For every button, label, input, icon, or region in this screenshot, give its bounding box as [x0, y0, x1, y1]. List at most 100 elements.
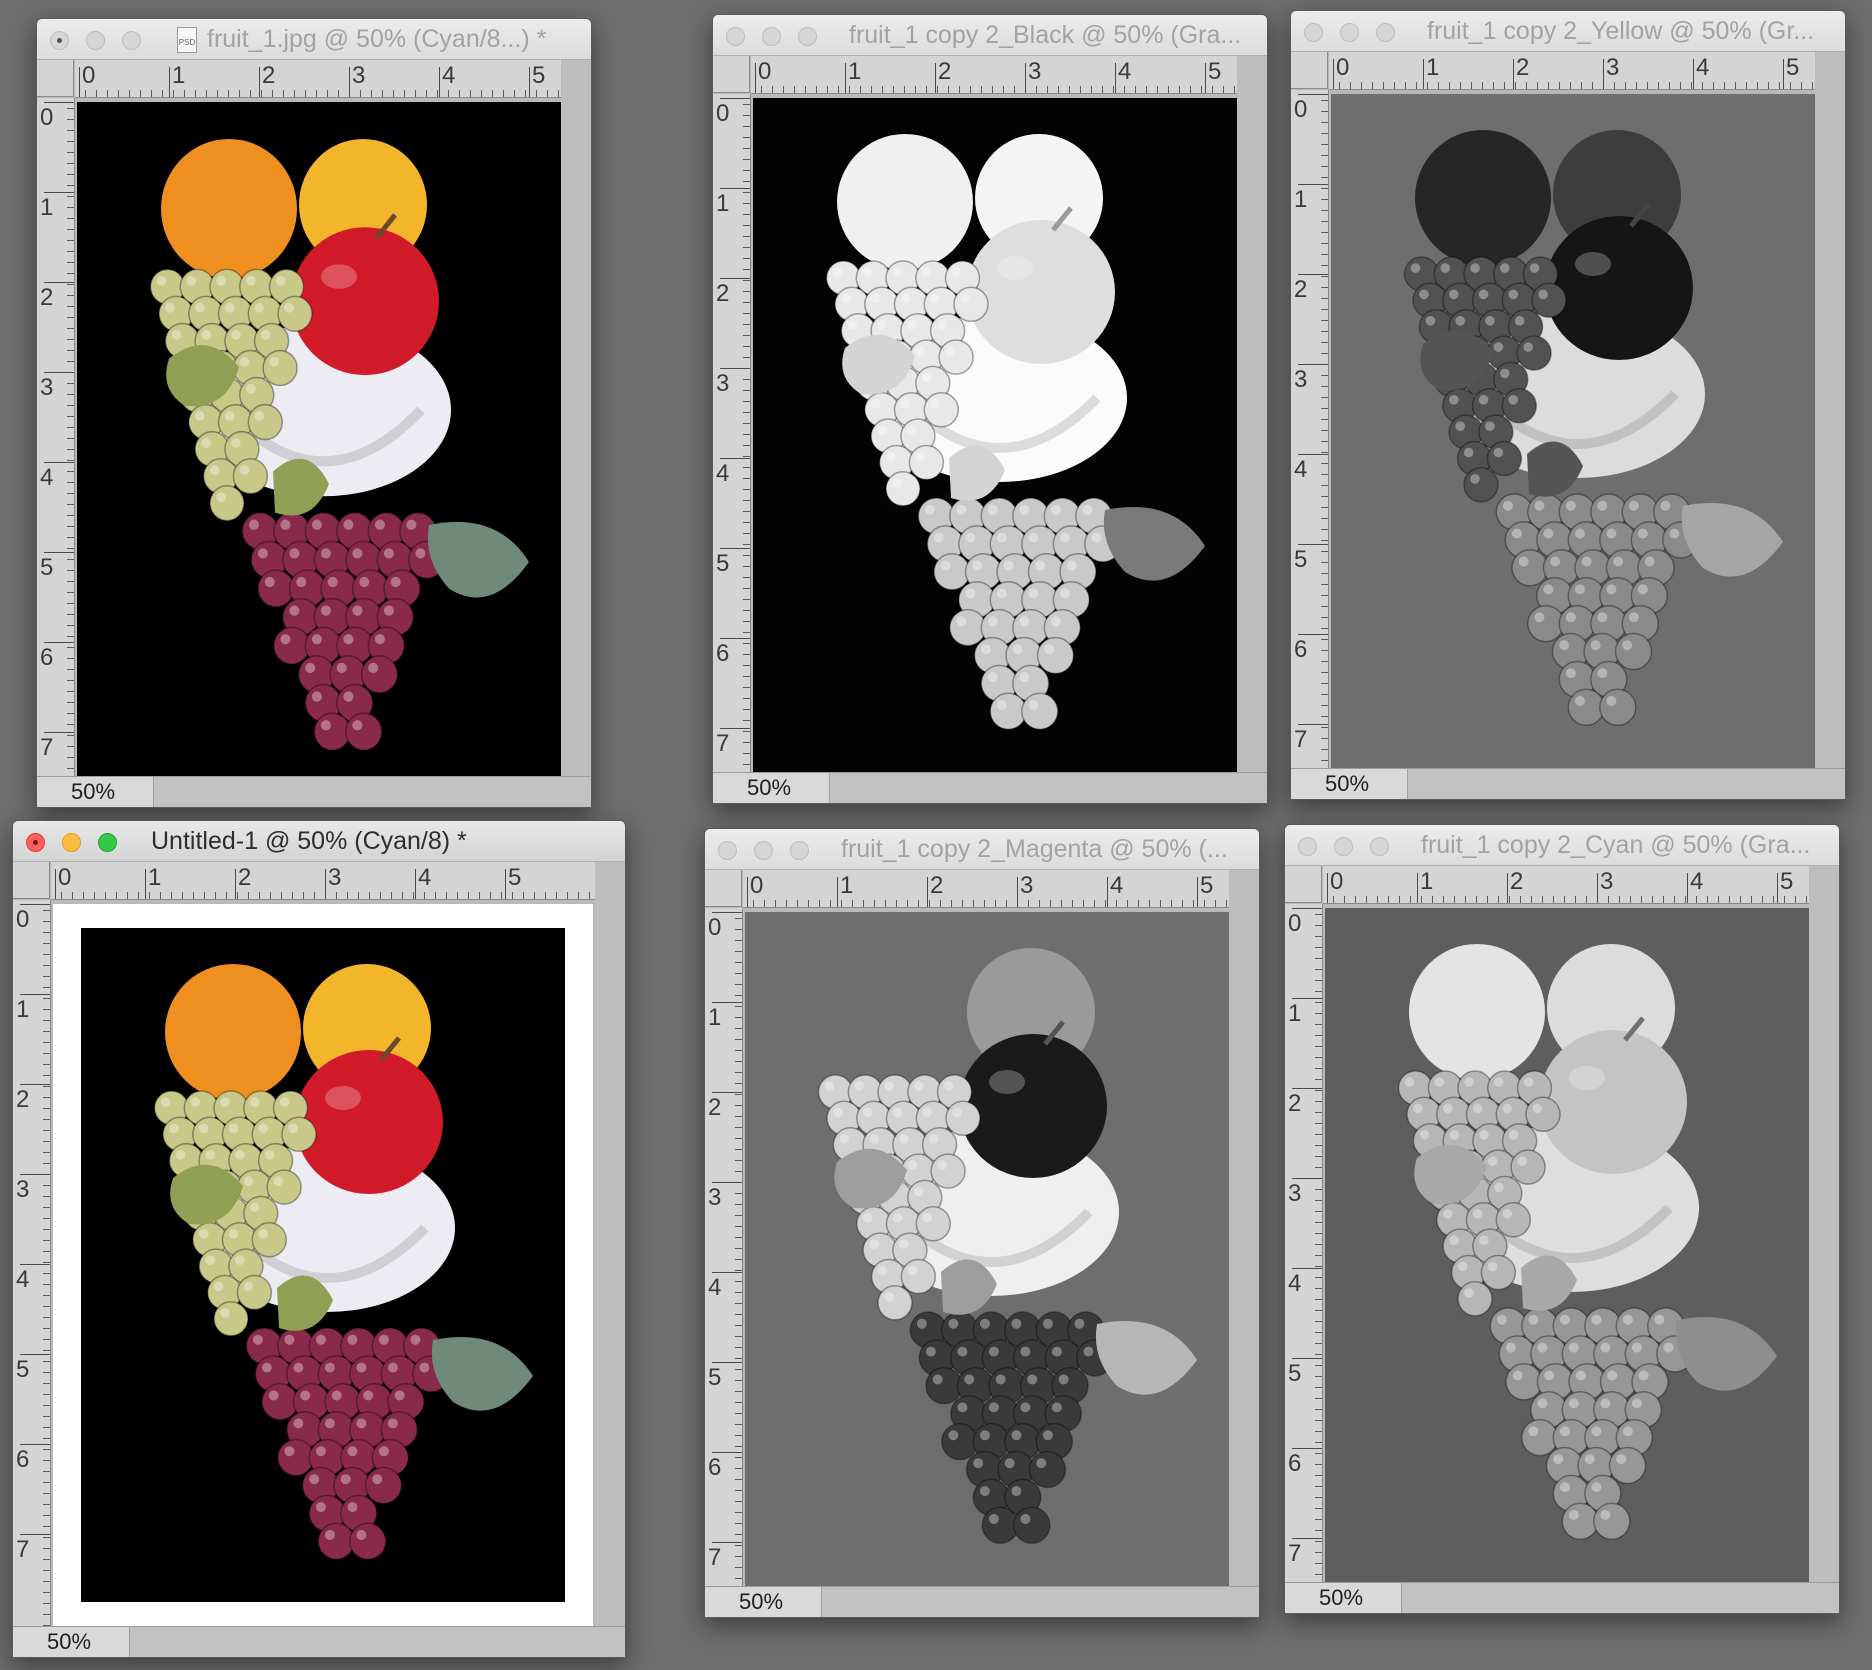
zoom-level[interactable]: 50%	[1291, 769, 1408, 799]
document-window-untitled-1[interactable]: Untitled-1 @ 50% (Cyan/8) * 0 1 2 3 4 5 0 1 2 3 4…	[12, 820, 626, 1658]
ruler-number: 1	[148, 864, 162, 891]
ruler-number: 0	[58, 864, 72, 891]
document-window-yellow-channel[interactable]: fruit_1 copy 2_Yellow @ 50% (Gr... 0 1 2 3 4…	[1290, 10, 1846, 800]
apple-highlight	[325, 1086, 361, 1110]
vertical-ruler[interactable]: 0 1 2 3 4 5 6 7	[13, 900, 51, 1628]
vertical-ruler[interactable]: 0 1 2 3 4 5 6 7	[1291, 90, 1329, 770]
zoom-button[interactable]	[122, 31, 141, 50]
vertical-scrollbar[interactable]	[561, 60, 591, 777]
grape-highlight	[343, 634, 354, 645]
red-grape	[1021, 692, 1059, 731]
title-bar[interactable]: fruit_1 copy 2_Cyan @ 50% (Gra...	[1285, 825, 1839, 866]
title-bar[interactable]: Untitled-1 @ 50% (Cyan/8) *	[13, 821, 625, 862]
red-grape	[1527, 604, 1565, 643]
document-window-cyan-channel[interactable]: fruit_1 copy 2_Cyan @ 50% (Gra... 0 1 2 3 4 5…	[1284, 824, 1840, 1614]
grape-highlight	[374, 519, 385, 530]
zoom-level[interactable]: 50%	[705, 1587, 822, 1617]
close-button[interactable]	[1304, 23, 1323, 42]
horizontal-ruler[interactable]: 0 1 2 3 4 5	[743, 870, 1259, 908]
grape-highlight	[419, 1362, 430, 1373]
grape-highlight	[1457, 1261, 1468, 1272]
ruler-number: 3	[1288, 1180, 1302, 1207]
close-button[interactable]	[718, 841, 737, 860]
horizontal-ruler[interactable]: 0 1 2 3 4 5	[1323, 866, 1839, 904]
zoom-button[interactable]	[1376, 23, 1395, 42]
title-bar[interactable]: PSD fruit_1.jpg @ 50% (Cyan/8...) *	[37, 19, 591, 60]
title-bar[interactable]: fruit_1 copy 2_Magenta @ 50% (...	[705, 829, 1259, 870]
close-button[interactable]	[26, 833, 45, 852]
grape-highlight	[907, 1160, 918, 1170]
close-button[interactable]	[50, 31, 69, 50]
grape-highlight	[195, 411, 205, 421]
horizontal-ruler[interactable]: 0 1 2 3 4 5	[1329, 52, 1845, 90]
grape-highlight	[239, 356, 250, 367]
zoom-level[interactable]: 50%	[1285, 1583, 1402, 1613]
vertical-scrollbar[interactable]	[1237, 56, 1267, 773]
minimize-button[interactable]	[754, 841, 773, 860]
vertical-scrollbar[interactable]	[1815, 52, 1845, 769]
close-button[interactable]	[726, 27, 745, 46]
grape-highlight	[824, 1081, 835, 1091]
title-bar[interactable]: fruit_1 copy 2_Black @ 50% (Gra...	[713, 15, 1267, 56]
ruler-major-tick	[1298, 94, 1328, 95]
ruler-major-tick	[44, 192, 74, 193]
horizontal-ruler[interactable]: 0 1 2 3 4 5	[75, 60, 591, 98]
grape-highlight	[1019, 672, 1030, 683]
ruler-number: 4	[1294, 456, 1308, 483]
vertical-ruler[interactable]: 0 1 2 3 4 5 6 7	[705, 908, 743, 1588]
grape-highlight	[1606, 696, 1617, 706]
minimize-button[interactable]	[1340, 23, 1359, 42]
grape-highlight	[1020, 1514, 1031, 1524]
title-bar[interactable]: fruit_1 copy 2_Yellow @ 50% (Gr...	[1291, 11, 1845, 52]
grape-highlight	[224, 411, 235, 421]
image-canvas[interactable]	[81, 928, 565, 1602]
zoom-button[interactable]	[798, 27, 817, 46]
grape-highlight	[956, 616, 967, 627]
minimize-button[interactable]	[62, 833, 81, 852]
grape-highlight	[352, 720, 363, 731]
vertical-scrollbar[interactable]	[1809, 866, 1839, 1583]
ruler-number: 4	[442, 62, 456, 89]
vertical-ruler[interactable]: 0 1 2 3 4 5 6 7	[713, 94, 751, 774]
image-canvas[interactable]	[1331, 94, 1815, 768]
green-grape	[885, 471, 921, 507]
ruler-major-tick	[44, 642, 74, 643]
ruler-number: 5	[716, 550, 730, 577]
vertical-scrollbar[interactable]	[595, 862, 625, 1627]
image-canvas[interactable]	[753, 98, 1237, 772]
grape-highlight	[394, 1390, 405, 1401]
horizontal-ruler[interactable]: 0 1 2 3 4 5	[751, 56, 1267, 94]
grape-highlight	[1523, 1077, 1534, 1087]
image-canvas[interactable]	[1325, 908, 1809, 1582]
ruler-major-tick	[1298, 634, 1328, 635]
document-window-magenta-channel[interactable]: fruit_1 copy 2_Magenta @ 50% (... 0 1 2 3 4 5…	[704, 828, 1260, 1618]
ruler-major-tick	[349, 67, 350, 97]
document-window-fruit-1[interactable]: PSD fruit_1.jpg @ 50% (Cyan/8...) * 0 1 2 3 4…	[36, 18, 592, 808]
green-grape	[1531, 282, 1567, 319]
image-canvas[interactable]	[77, 102, 561, 794]
ruler-number: 1	[16, 996, 30, 1023]
green-grape	[953, 286, 989, 323]
minimize-button[interactable]	[86, 31, 105, 50]
vertical-ruler[interactable]: 0 1 2 3 4 5 6 7	[1285, 904, 1323, 1584]
grape-highlight	[1011, 1318, 1022, 1329]
close-button[interactable]	[1298, 837, 1317, 856]
zoom-level[interactable]: 50%	[13, 1627, 130, 1657]
grape-highlight	[1559, 1426, 1570, 1437]
zoom-button[interactable]	[1370, 837, 1389, 856]
horizontal-ruler[interactable]: 0 1 2 3 4 5	[51, 862, 625, 900]
grape-highlight	[383, 548, 394, 559]
minimize-button[interactable]	[762, 27, 781, 46]
vertical-ruler[interactable]: 0 1 2 3 4 5 6 7	[37, 98, 75, 778]
image-canvas[interactable]	[745, 912, 1229, 1586]
zoom-button[interactable]	[98, 833, 117, 852]
vertical-scrollbar[interactable]	[1229, 870, 1259, 1587]
document-window-black-channel[interactable]: fruit_1 copy 2_Black @ 50% (Gra... 0 1 2 3 4…	[712, 14, 1268, 804]
grape-highlight	[987, 504, 998, 515]
zoom-level[interactable]: 50%	[713, 773, 830, 803]
grape-highlight	[1638, 1370, 1649, 1381]
zoom-level[interactable]: 50%	[37, 777, 154, 807]
zoom-button[interactable]	[790, 841, 809, 860]
minimize-button[interactable]	[1334, 837, 1353, 856]
ruler-number: 1	[1420, 868, 1434, 895]
